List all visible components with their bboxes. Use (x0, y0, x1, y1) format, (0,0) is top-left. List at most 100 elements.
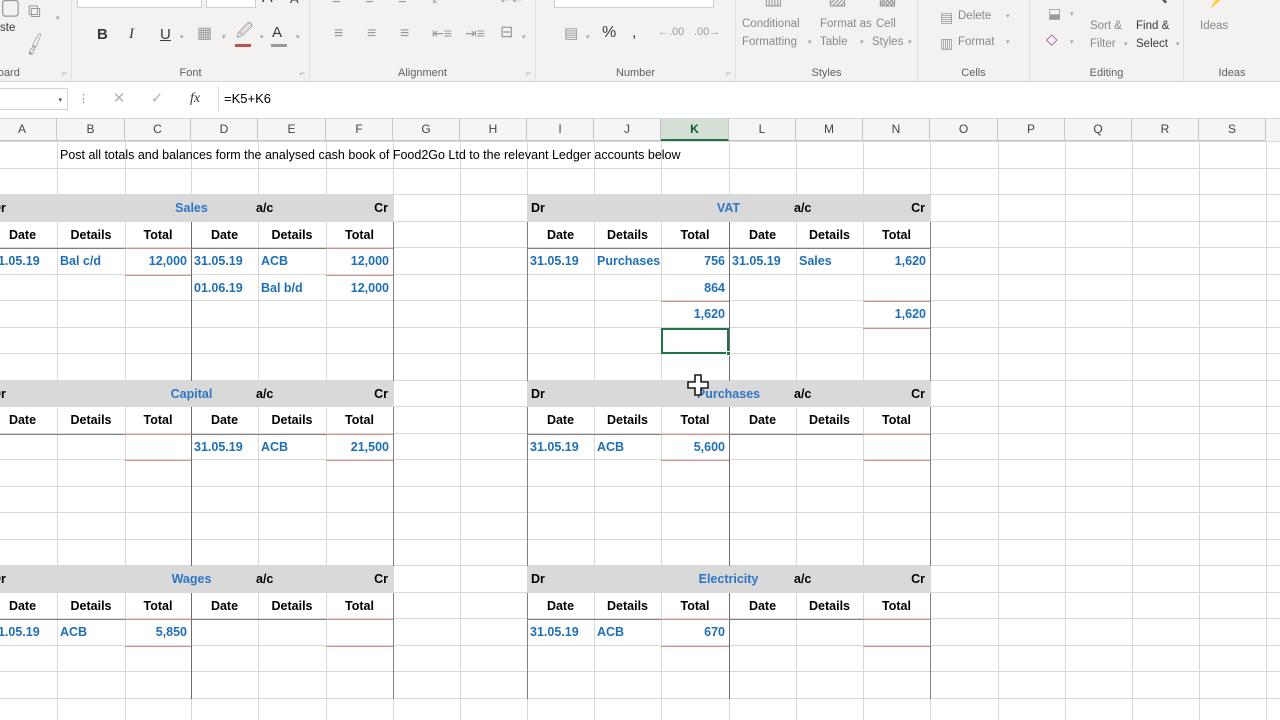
column-header-O[interactable]: O (930, 119, 998, 141)
format-as-table-button-l1[interactable]: Format as (820, 18, 872, 30)
ideas-icon[interactable]: ⚡ (1206, 0, 1227, 7)
ledger-col-header-capital-3[interactable]: Date (191, 407, 258, 433)
accounting-format-icon[interactable]: ▤ (564, 26, 578, 41)
cell-purchases-r0-c1[interactable]: ACB (594, 434, 661, 460)
cell-purchases-r3-c1[interactable] (594, 513, 661, 539)
cell-capital-r3-c5[interactable] (326, 513, 393, 539)
cell-capital-r0-c5[interactable]: 21,500 (326, 434, 393, 460)
cell-styles-button-l1[interactable]: Cell (876, 18, 896, 30)
cell-sales-r4-c5[interactable] (326, 354, 393, 380)
merge-chevron-down-icon[interactable]: ▾ (522, 33, 526, 41)
column-header-E[interactable]: E (258, 119, 326, 141)
formula-input[interactable]: =K5+K6 (218, 86, 1266, 112)
cell-sales-r3-c5[interactable] (326, 328, 393, 354)
cell-wages-r1-c0[interactable] (0, 646, 57, 672)
italic-button[interactable]: I (129, 27, 134, 42)
cell-purchases-r1-c2[interactable] (661, 460, 729, 486)
align-bottom-icon[interactable]: ≡ (398, 0, 407, 7)
cell-purchases-r4-c2[interactable] (661, 540, 729, 566)
cell-vat-r3-c4[interactable] (796, 328, 863, 354)
cell-sales-r2-c5[interactable] (326, 301, 393, 327)
cell-purchases-r2-c1[interactable] (594, 487, 661, 513)
cell-purchases-r3-c3[interactable] (729, 513, 796, 539)
cell-sales-r0-c0[interactable]: 31.05.19 (0, 248, 57, 274)
cell-sales-r4-c1[interactable] (57, 354, 125, 380)
ledger-col-header-purchases-0[interactable]: Date (527, 407, 594, 433)
cell-wages-r2-c4[interactable] (258, 672, 326, 698)
cell-capital-r1-c2[interactable] (125, 460, 191, 486)
cell-wages-r0-c0[interactable]: 31.05.19 (0, 619, 57, 645)
column-header-L[interactable]: L (729, 119, 796, 141)
cell-electricity-r2-c2[interactable] (661, 672, 729, 698)
ledger-col-header-purchases-2[interactable]: Total (661, 407, 729, 433)
cell-electricity-r2-c4[interactable] (796, 672, 863, 698)
cell-sales-r4-c3[interactable] (191, 354, 258, 380)
column-header-R[interactable]: R (1132, 119, 1199, 141)
cell-capital-r1-c5[interactable] (326, 460, 393, 486)
cell-vat-r1-c5[interactable] (863, 275, 930, 301)
cell-sales-r3-c1[interactable] (57, 328, 125, 354)
column-header-C[interactable]: C (125, 119, 191, 141)
align-middle-icon[interactable]: ≡ (365, 0, 374, 7)
cell-wages-r0-c4[interactable] (258, 619, 326, 645)
find-select-button-l2[interactable]: Select (1136, 38, 1168, 50)
format-as-table-button-l2[interactable]: Table (820, 36, 848, 48)
paste-icon[interactable]: ▢ (0, 0, 21, 18)
conditional-formatting-chevron-down-icon[interactable]: ▾ (808, 38, 812, 46)
ledger-col-header-electricity-1[interactable]: Details (594, 593, 661, 619)
ledger-col-header-capital-2[interactable]: Total (125, 407, 191, 433)
increase-decimal-icon[interactable]: .00→ (694, 27, 720, 38)
cell-vat-r3-c1[interactable] (594, 328, 661, 354)
ledger-col-header-electricity-4[interactable]: Details (796, 593, 863, 619)
fill-handle[interactable] (726, 351, 731, 356)
cell-electricity-r0-c1[interactable]: ACB (594, 619, 661, 645)
cell-sales-r0-c3[interactable]: 31.05.19 (191, 248, 258, 274)
ledger-col-header-sales-4[interactable]: Details (258, 222, 326, 248)
cell-electricity-r2-c1[interactable] (594, 672, 661, 698)
clipboard-dialog-launcher[interactable]: ⌐ (62, 68, 67, 78)
cell-capital-r1-c3[interactable] (191, 460, 258, 486)
ledger-col-header-capital-5[interactable]: Total (326, 407, 393, 433)
cell-capital-r4-c2[interactable] (125, 540, 191, 566)
cell-sales-r1-c5[interactable]: 12,000 (326, 275, 393, 301)
cell-purchases-r0-c4[interactable] (796, 434, 863, 460)
ledger-col-header-vat-4[interactable]: Details (796, 222, 863, 248)
conditional-formatting-icon[interactable]: ▥ (764, 0, 783, 8)
font-name-box[interactable] (77, 0, 202, 8)
ledger-col-header-sales-5[interactable]: Total (326, 222, 393, 248)
column-header-K[interactable]: K (661, 119, 729, 141)
paste-button[interactable]: ste (0, 22, 15, 34)
cell-sales-r1-c2[interactable] (125, 275, 191, 301)
cell-electricity-r0-c2[interactable]: 670 (661, 619, 729, 645)
find-select-button-l1[interactable]: Find & (1136, 20, 1169, 32)
format-cells-icon[interactable]: ▥ (940, 36, 953, 50)
align-top-icon[interactable]: ≡ (332, 0, 341, 7)
cell-capital-r2-c2[interactable] (125, 487, 191, 513)
cell-purchases-r0-c3[interactable] (729, 434, 796, 460)
cell-styles-chevron-down-icon[interactable]: ▾ (908, 38, 912, 46)
cell-purchases-r1-c1[interactable] (594, 460, 661, 486)
cell-sales-r2-c3[interactable] (191, 301, 258, 327)
cell-styles-button-l2[interactable]: Styles (872, 36, 903, 48)
ledger-col-header-purchases-3[interactable]: Date (729, 407, 796, 433)
cell-sales-r2-c4[interactable] (258, 301, 326, 327)
cell-wages-r0-c5[interactable] (326, 619, 393, 645)
fill-color-icon[interactable]: 🖉 (236, 24, 253, 40)
name-box[interactable]: ▾ (0, 88, 68, 110)
cell-sales-r2-c1[interactable] (57, 301, 125, 327)
cell-purchases-r0-c5[interactable] (863, 434, 930, 460)
cell-capital-r2-c4[interactable] (258, 487, 326, 513)
insert-function-icon[interactable]: fx (176, 87, 214, 111)
cell-capital-r0-c4[interactable]: ACB (258, 434, 326, 460)
cell-vat-r4-c1[interactable] (594, 354, 661, 380)
cell-purchases-r3-c5[interactable] (863, 513, 930, 539)
cell-capital-r0-c2[interactable] (125, 434, 191, 460)
cell-wages-r0-c1[interactable]: ACB (57, 619, 125, 645)
comma-style-button[interactable]: , (632, 25, 636, 41)
ledger-col-header-wages-3[interactable]: Date (191, 593, 258, 619)
cell-vat-r0-c4[interactable]: Sales (796, 248, 863, 274)
cell-vat-r1-c3[interactable] (729, 275, 796, 301)
cell-sales-r1-c1[interactable] (57, 275, 125, 301)
formula-bar-grip[interactable]: ⋮ (78, 92, 89, 105)
cell-purchases-r3-c0[interactable] (527, 513, 594, 539)
